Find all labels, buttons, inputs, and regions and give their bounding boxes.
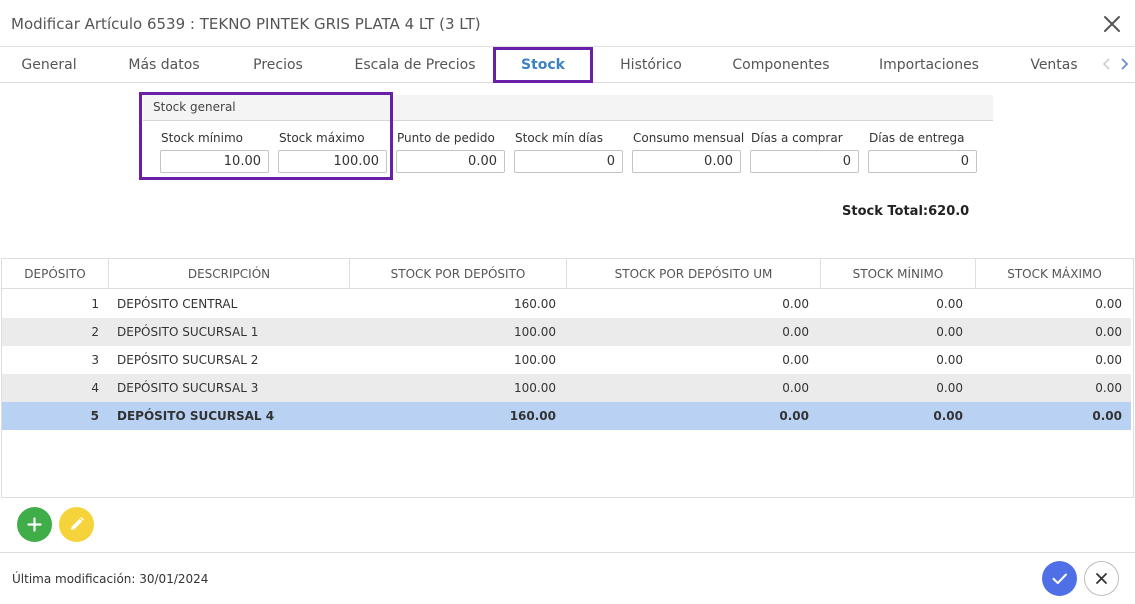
chevron-right-icon[interactable] xyxy=(1117,56,1131,72)
tab-importaciones[interactable]: Importaciones xyxy=(873,47,985,83)
stock-maximo-input[interactable]: 100.00 xyxy=(278,150,387,173)
stock-minimo-input[interactable]: 10.00 xyxy=(160,150,269,173)
cell-stock-um: 0.00 xyxy=(782,353,809,367)
stock-maximo-label: Stock máximo xyxy=(279,131,365,145)
cell-stock-um: 0.00 xyxy=(782,381,809,395)
dias-a-comprar-input[interactable]: 0 xyxy=(750,150,859,173)
stock-min-dias-input[interactable]: 0 xyxy=(514,150,623,173)
cell-stock: 160.00 xyxy=(514,297,556,311)
consumo-mensual-input[interactable]: 0.00 xyxy=(632,150,741,173)
table-row[interactable]: 2 DEPÓSITO SUCURSAL 1 100.00 0.00 0.00 0… xyxy=(2,318,1131,346)
cell-stock-um: 0.00 xyxy=(782,325,809,339)
tab-ventas[interactable]: Ventas xyxy=(1022,47,1086,83)
table-row-selected[interactable]: 5 DEPÓSITO SUCURSAL 4 160.00 0.00 0.00 0… xyxy=(2,402,1131,430)
tab-general[interactable]: General xyxy=(12,47,86,83)
tab-precios[interactable]: Precios xyxy=(238,47,318,83)
column-header-stock-minimo[interactable]: STOCK MÍNIMO xyxy=(821,259,976,289)
last-modified-text: Última modificación: 30/01/2024 xyxy=(12,572,209,586)
close-icon xyxy=(1096,573,1107,584)
cell-deposito: 2 xyxy=(91,325,99,339)
cell-descripcion: DEPÓSITO CENTRAL xyxy=(117,297,238,311)
cell-deposito: 5 xyxy=(90,409,99,423)
cell-deposito: 4 xyxy=(91,381,99,395)
cell-descripcion: DEPÓSITO SUCURSAL 1 xyxy=(117,325,259,339)
cell-stock-um: 0.00 xyxy=(779,409,809,423)
column-header-stock-por-deposito-um[interactable]: STOCK POR DEPÓSITO UM xyxy=(567,259,821,289)
punto-de-pedido-label: Punto de pedido xyxy=(397,131,495,145)
cell-stock-um: 0.00 xyxy=(782,297,809,311)
confirm-button[interactable] xyxy=(1042,561,1077,596)
dias-de-entrega-input[interactable]: 0 xyxy=(868,150,977,173)
stock-total: Stock Total:620.0 xyxy=(842,204,970,219)
cell-stock: 100.00 xyxy=(514,353,556,367)
cell-maximo: 0.00 xyxy=(1095,325,1122,339)
plus-icon xyxy=(27,517,42,532)
punto-de-pedido-input[interactable]: 0.00 xyxy=(396,150,505,173)
tab-stock[interactable]: Stock xyxy=(497,47,589,83)
table-row[interactable]: 4 DEPÓSITO SUCURSAL 3 100.00 0.00 0.00 0… xyxy=(2,374,1131,402)
pencil-icon xyxy=(71,517,84,530)
cell-stock: 100.00 xyxy=(514,325,556,339)
cell-maximo: 0.00 xyxy=(1095,297,1122,311)
add-button[interactable] xyxy=(17,507,52,542)
column-header-deposito[interactable]: DEPÓSITO xyxy=(2,259,109,289)
cell-minimo: 0.00 xyxy=(936,325,963,339)
cell-minimo: 0.00 xyxy=(933,409,963,423)
dialog-header: Modificar Artículo 6539 : TEKNO PINTEK G… xyxy=(0,0,1135,47)
cell-stock: 160.00 xyxy=(509,409,556,423)
cell-deposito: 1 xyxy=(91,297,99,311)
stock-general-header: Stock general xyxy=(143,95,993,121)
tab-escala-de-precios[interactable]: Escala de Precios xyxy=(348,47,482,83)
stock-min-dias-label: Stock mín días xyxy=(515,131,604,145)
column-header-stock-maximo[interactable]: STOCK MÁXIMO xyxy=(976,259,1133,289)
cell-maximo: 0.00 xyxy=(1095,381,1122,395)
tab-bar: General Más datos Precios Escala de Prec… xyxy=(0,47,1135,83)
cell-maximo: 0.00 xyxy=(1092,409,1122,423)
dias-de-entrega-label: Días de entrega xyxy=(869,131,965,145)
table-header: DEPÓSITO DESCRIPCIÓN STOCK POR DEPÓSITO … xyxy=(2,259,1133,289)
edit-button[interactable] xyxy=(59,507,94,542)
column-header-stock-por-deposito[interactable]: STOCK POR DEPÓSITO xyxy=(350,259,567,289)
stock-general-title: Stock general xyxy=(153,100,236,114)
cell-maximo: 0.00 xyxy=(1095,353,1122,367)
cell-minimo: 0.00 xyxy=(936,381,963,395)
dialog-footer: Última modificación: 30/01/2024 xyxy=(0,552,1135,604)
dias-a-comprar-label: Días a comprar xyxy=(751,131,843,145)
cell-stock: 100.00 xyxy=(514,381,556,395)
consumo-mensual-label: Consumo mensual xyxy=(633,131,745,145)
tab-componentes[interactable]: Componentes xyxy=(728,47,834,83)
check-icon xyxy=(1052,573,1067,584)
tab-historico[interactable]: Histórico xyxy=(606,47,696,83)
dialog-title: Modificar Artículo 6539 : TEKNO PINTEK G… xyxy=(11,15,481,33)
cancel-button[interactable] xyxy=(1084,561,1119,596)
tab-mas-datos[interactable]: Más datos xyxy=(118,47,210,83)
cell-descripcion: DEPÓSITO SUCURSAL 3 xyxy=(117,381,259,395)
deposit-stock-table: DEPÓSITO DESCRIPCIÓN STOCK POR DEPÓSITO … xyxy=(1,258,1134,498)
close-icon[interactable] xyxy=(1100,12,1124,36)
cell-descripcion: DEPÓSITO SUCURSAL 4 xyxy=(117,409,275,423)
chevron-left-icon[interactable] xyxy=(1100,56,1114,72)
table-row[interactable]: 3 DEPÓSITO SUCURSAL 2 100.00 0.00 0.00 0… xyxy=(2,346,1131,374)
column-header-descripcion[interactable]: DESCRIPCIÓN xyxy=(109,259,350,289)
cell-deposito: 3 xyxy=(91,353,99,367)
table-row[interactable]: 1 DEPÓSITO CENTRAL 160.00 0.00 0.00 0.00 xyxy=(2,290,1131,318)
cell-minimo: 0.00 xyxy=(936,297,963,311)
cell-minimo: 0.00 xyxy=(936,353,963,367)
stock-minimo-label: Stock mínimo xyxy=(161,131,244,145)
cell-descripcion: DEPÓSITO SUCURSAL 2 xyxy=(117,353,259,367)
